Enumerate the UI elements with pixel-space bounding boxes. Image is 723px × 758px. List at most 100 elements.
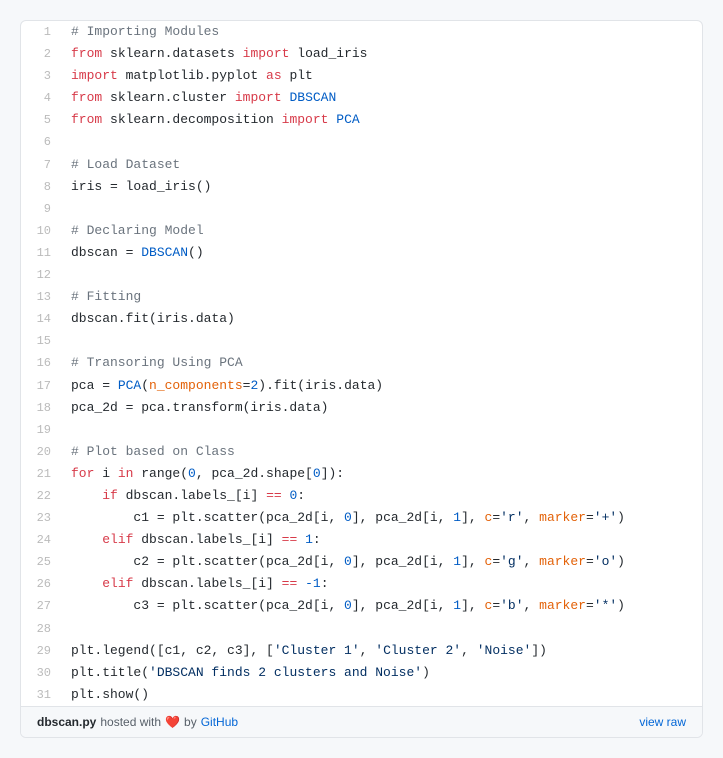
footer-right: view raw bbox=[639, 715, 686, 729]
line-code: pca = PCA(n_components=2).fit(iris.data) bbox=[63, 375, 702, 397]
table-row: 31plt.show() bbox=[21, 684, 702, 706]
kw-token: from bbox=[71, 112, 102, 127]
number-token: 0 bbox=[344, 510, 352, 525]
line-number: 17 bbox=[21, 375, 63, 397]
table-row: 2from sklearn.datasets import load_iris bbox=[21, 43, 702, 65]
code-footer: dbscan.py hosted with ❤️ by GitHub view … bbox=[21, 706, 702, 737]
line-number: 11 bbox=[21, 242, 63, 264]
string-token: 'Cluster 1' bbox=[274, 643, 360, 658]
line-code: c2 = plt.scatter(pca_2d[i, 0], pca_2d[i,… bbox=[63, 551, 702, 573]
line-code: pca_2d = pca.transform(iris.data) bbox=[63, 397, 702, 419]
string-token: 'b' bbox=[500, 598, 523, 613]
line-number: 4 bbox=[21, 87, 63, 109]
line-code: # Declaring Model bbox=[63, 220, 702, 242]
footer-by-text: by bbox=[184, 715, 197, 729]
footer-github-link[interactable]: GitHub bbox=[201, 715, 238, 729]
number-token: 0 bbox=[313, 466, 321, 481]
special-cls-token: PCA bbox=[336, 112, 359, 127]
line-number: 6 bbox=[21, 131, 63, 153]
table-row: 25 c2 = plt.scatter(pca_2d[i, 0], pca_2d… bbox=[21, 551, 702, 573]
table-row: 12 bbox=[21, 264, 702, 286]
op-token: == bbox=[282, 532, 298, 547]
kw-token: elif bbox=[102, 576, 133, 591]
table-row: 10# Declaring Model bbox=[21, 220, 702, 242]
number-token: 0 bbox=[344, 554, 352, 569]
line-number: 12 bbox=[21, 264, 63, 286]
table-row: 11dbscan = DBSCAN() bbox=[21, 242, 702, 264]
line-code bbox=[63, 264, 702, 286]
string-token: 'o' bbox=[594, 554, 617, 569]
table-row: 28 bbox=[21, 618, 702, 640]
line-code: elif dbscan.labels_[i] == -1: bbox=[63, 573, 702, 595]
line-number: 18 bbox=[21, 397, 63, 419]
line-code: import matplotlib.pyplot as plt bbox=[63, 65, 702, 87]
heart-icon: ❤️ bbox=[165, 715, 180, 729]
line-code: elif dbscan.labels_[i] == 1: bbox=[63, 529, 702, 551]
number-token: 1 bbox=[453, 510, 461, 525]
line-number: 21 bbox=[21, 463, 63, 485]
number-token: 2 bbox=[250, 378, 258, 393]
kw-token: for bbox=[71, 466, 94, 481]
kw-token: elif bbox=[102, 532, 133, 547]
number-token: 1 bbox=[305, 532, 313, 547]
line-code: c1 = plt.scatter(pca_2d[i, 0], pca_2d[i,… bbox=[63, 507, 702, 529]
string-token: 'DBSCAN finds 2 clusters and Noise' bbox=[149, 665, 422, 680]
table-row: 22 if dbscan.labels_[i] == 0: bbox=[21, 485, 702, 507]
line-code: c3 = plt.scatter(pca_2d[i, 0], pca_2d[i,… bbox=[63, 595, 702, 617]
table-row: 24 elif dbscan.labels_[i] == 1: bbox=[21, 529, 702, 551]
table-row: 26 elif dbscan.labels_[i] == -1: bbox=[21, 573, 702, 595]
table-row: 7 # Load Dataset bbox=[21, 154, 702, 176]
line-number: 5 bbox=[21, 109, 63, 131]
line-number: 29 bbox=[21, 640, 63, 662]
view-raw-link[interactable]: view raw bbox=[639, 715, 686, 729]
line-number: 8 bbox=[21, 176, 63, 198]
table-row: 8iris = load_iris() bbox=[21, 176, 702, 198]
line-number: 28 bbox=[21, 618, 63, 640]
kw-token: as bbox=[266, 68, 282, 83]
string-token: 'r' bbox=[500, 510, 523, 525]
line-number: 10 bbox=[21, 220, 63, 242]
line-number: 9 bbox=[21, 198, 63, 220]
line-number: 1 bbox=[21, 21, 63, 43]
line-number: 7 bbox=[21, 154, 63, 176]
line-number: 22 bbox=[21, 485, 63, 507]
kw-token: import bbox=[243, 46, 290, 61]
table-row: 13 # Fitting bbox=[21, 286, 702, 308]
line-code bbox=[63, 330, 702, 352]
table-row: 23 c1 = plt.scatter(pca_2d[i, 0], pca_2d… bbox=[21, 507, 702, 529]
line-code: # Load Dataset bbox=[63, 154, 702, 176]
op-token: == bbox=[282, 576, 298, 591]
number-token: 1 bbox=[453, 554, 461, 569]
number-token: 0 bbox=[188, 466, 196, 481]
line-code bbox=[63, 618, 702, 640]
line-code: # Fitting bbox=[63, 286, 702, 308]
kw-token: import bbox=[71, 68, 118, 83]
code-container: 1# Importing Modules2from sklearn.datase… bbox=[20, 20, 703, 738]
line-code bbox=[63, 131, 702, 153]
comment-token: # Fitting bbox=[71, 289, 141, 304]
comment-token: # Load Dataset bbox=[71, 157, 180, 172]
number-token: -1 bbox=[305, 576, 321, 591]
table-row: 30plt.title('DBSCAN finds 2 clusters and… bbox=[21, 662, 702, 684]
table-row: 5from sklearn.decomposition import PCA bbox=[21, 109, 702, 131]
table-row: 18pca_2d = pca.transform(iris.data) bbox=[21, 397, 702, 419]
param-token: c bbox=[485, 510, 493, 525]
line-code: if dbscan.labels_[i] == 0: bbox=[63, 485, 702, 507]
line-number: 25 bbox=[21, 551, 63, 573]
param-token: marker bbox=[539, 554, 586, 569]
table-row: 3import matplotlib.pyplot as plt bbox=[21, 65, 702, 87]
table-row: 4from sklearn.cluster import DBSCAN bbox=[21, 87, 702, 109]
special-cls-token: DBSCAN bbox=[289, 90, 336, 105]
table-row: 15 bbox=[21, 330, 702, 352]
kw-token: from bbox=[71, 90, 102, 105]
param-token: marker bbox=[539, 510, 586, 525]
line-number: 20 bbox=[21, 441, 63, 463]
line-code: plt.show() bbox=[63, 684, 702, 706]
number-token: 0 bbox=[344, 598, 352, 613]
line-number: 13 bbox=[21, 286, 63, 308]
line-number: 15 bbox=[21, 330, 63, 352]
table-row: 17pca = PCA(n_components=2).fit(iris.dat… bbox=[21, 375, 702, 397]
line-code: # Transoring Using PCA bbox=[63, 352, 702, 374]
table-row: 14dbscan.fit(iris.data) bbox=[21, 308, 702, 330]
comment-token: # Plot based on Class bbox=[71, 444, 235, 459]
